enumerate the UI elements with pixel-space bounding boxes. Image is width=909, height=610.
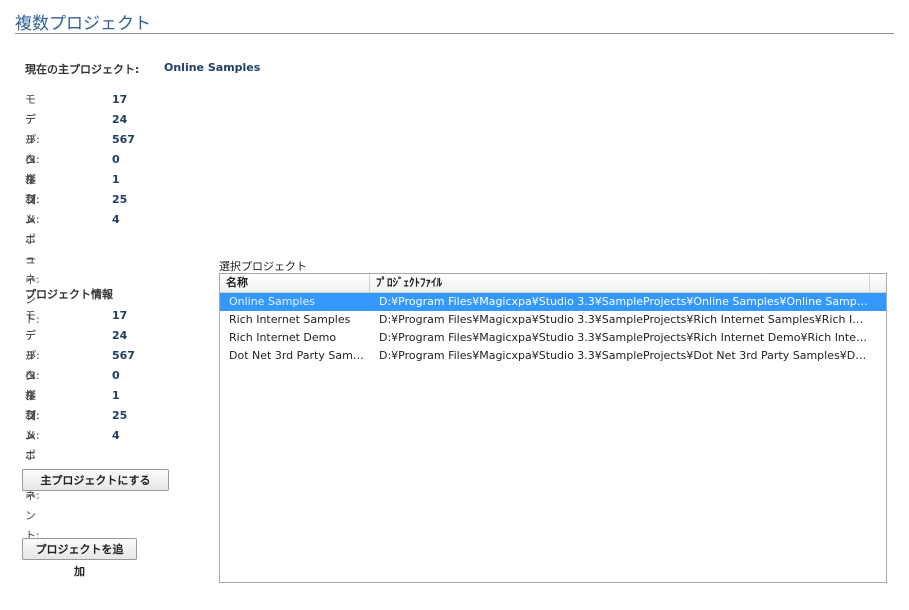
list-item[interactable]: Online Samples D:¥Program Files¥Magicxpa… bbox=[220, 293, 886, 311]
stat-value: 4 bbox=[112, 213, 120, 226]
project-file-cell: D:¥Program Files¥Magicxpa¥Studio 3.3¥Sam… bbox=[379, 313, 870, 326]
stat-value: 567 bbox=[112, 349, 135, 362]
stat-value: 0 bbox=[112, 369, 120, 382]
project-name-cell: Rich Internet Samples bbox=[229, 313, 351, 326]
stat-value: 567 bbox=[112, 133, 135, 146]
list-item[interactable]: Rich Internet Demo D:¥Program Files¥Magi… bbox=[220, 329, 886, 347]
project-name-cell: Rich Internet Demo bbox=[229, 331, 337, 344]
project-file-cell: D:¥Program Files¥Magicxpa¥Studio 3.3¥Sam… bbox=[379, 349, 870, 362]
stat-value: 4 bbox=[112, 429, 120, 442]
title-divider bbox=[15, 33, 894, 34]
multi-project-page: 複数プロジェクト 現在の主プロジェクト: Online Samples モデル:… bbox=[0, 0, 909, 610]
project-name-cell: Online Samples bbox=[229, 295, 315, 308]
project-list-header: 名称 ﾌﾟﾛｼﾞｪｸﾄﾌｧｲﾙ bbox=[220, 274, 886, 293]
column-header-filler bbox=[869, 274, 886, 292]
column-header-project-file[interactable]: ﾌﾟﾛｼﾞｪｸﾄﾌｧｲﾙ bbox=[370, 274, 870, 292]
stat-value: 25 bbox=[112, 409, 128, 422]
list-item[interactable]: Dot Net 3rd Party Samples D:¥Program Fil… bbox=[220, 347, 886, 365]
stat-value: 24 bbox=[112, 113, 128, 126]
project-list-caption: 選択プロジェクト bbox=[219, 260, 307, 273]
stat-value: 1 bbox=[112, 389, 120, 402]
stat-value: 17 bbox=[112, 309, 128, 322]
stat-value: 1 bbox=[112, 173, 120, 186]
stat-value: 24 bbox=[112, 329, 128, 342]
page-title: 複数プロジェクト bbox=[15, 14, 151, 34]
stat-label: メニュー: bbox=[25, 429, 40, 502]
project-file-cell: D:¥Program Files¥Magicxpa¥Studio 3.3¥Sam… bbox=[379, 295, 870, 308]
add-project-button[interactable]: プロジェクトを追加 bbox=[22, 538, 137, 578]
stat-value: 0 bbox=[112, 153, 120, 166]
project-list-body: Online Samples D:¥Program Files¥Magicxpa… bbox=[220, 293, 886, 365]
project-list[interactable]: 名称 ﾌﾟﾛｼﾞｪｸﾄﾌｧｲﾙ Online Samples D:¥Progra… bbox=[219, 273, 887, 583]
stat-value: 17 bbox=[112, 93, 128, 106]
stat-label: メニュー: bbox=[25, 213, 40, 286]
set-main-project-button[interactable]: 主プロジェクトにする bbox=[22, 469, 169, 491]
stat-value: 25 bbox=[112, 193, 128, 206]
project-name-cell: Dot Net 3rd Party Samples bbox=[229, 349, 370, 362]
project-info-heading: プロジェクト情報 bbox=[25, 288, 113, 301]
list-item[interactable]: Rich Internet Samples D:¥Program Files¥M… bbox=[220, 311, 886, 329]
main-project-value: Online Samples bbox=[164, 61, 261, 74]
main-project-label: 現在の主プロジェクト: bbox=[25, 63, 140, 76]
column-header-name[interactable]: 名称 bbox=[220, 274, 370, 292]
project-file-cell: D:¥Program Files¥Magicxpa¥Studio 3.3¥Sam… bbox=[379, 331, 870, 344]
